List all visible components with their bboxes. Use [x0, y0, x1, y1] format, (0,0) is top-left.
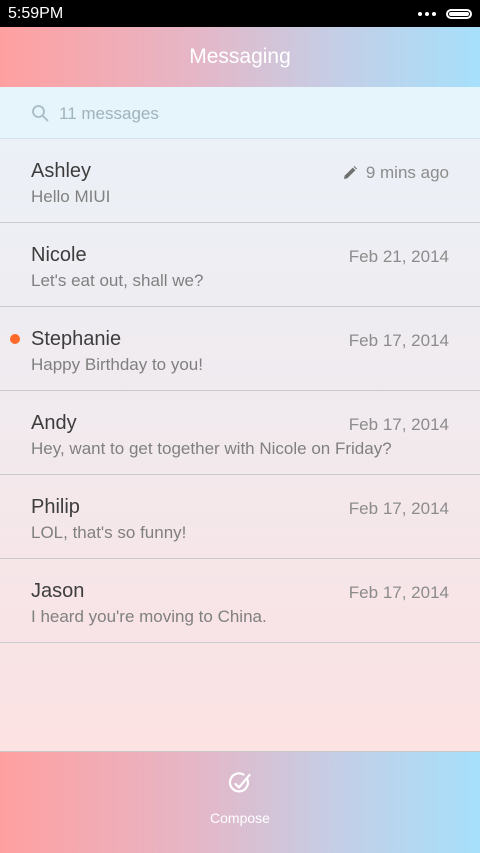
pencil-icon [343, 166, 357, 179]
page-title: Messaging [189, 45, 291, 68]
battery-icon [446, 8, 472, 19]
compose-button[interactable]: Compose [190, 770, 290, 834]
message-preview: Hello MIUI [31, 187, 111, 206]
search-bar[interactable]: 11 messages [0, 87, 480, 139]
message-preview: I heard you're moving to China. [31, 607, 267, 626]
compose-icon [228, 772, 251, 793]
status-time: 5:59PM [8, 4, 64, 22]
bottom-bar: Compose [0, 751, 480, 853]
message-date: Feb 17, 2014 [348, 331, 449, 350]
message-date: Feb 17, 2014 [348, 499, 449, 518]
search-placeholder: 11 messages [59, 104, 159, 123]
conversation-list: Ashley Hello MIUI 9 mins ago Nicole Let'… [0, 139, 480, 751]
conversation-row[interactable]: Philip LOL, that's so funny! Feb 17, 201… [0, 475, 480, 559]
message-preview: Happy Birthday to you! [31, 355, 203, 374]
contact-name: Nicole [31, 244, 87, 266]
conversation-row[interactable]: Stephanie Happy Birthday to you! Feb 17,… [0, 307, 480, 391]
notification-dots-icon [418, 11, 436, 16]
message-preview: Let's eat out, shall we? [31, 271, 204, 290]
conversation-row[interactable]: Ashley Hello MIUI 9 mins ago [0, 139, 480, 223]
contact-name: Ashley [31, 160, 92, 182]
message-preview: LOL, that's so funny! [31, 523, 187, 542]
contact-name: Stephanie [31, 328, 122, 350]
status-icons [418, 8, 472, 19]
conversation-row[interactable]: Nicole Let's eat out, shall we? Feb 21, … [0, 223, 480, 307]
conversation-row[interactable]: Andy Hey, want to get together with Nico… [0, 391, 480, 475]
compose-label: Compose [210, 810, 270, 826]
app-header: Messaging [0, 27, 480, 87]
message-date: 9 mins ago [342, 163, 449, 183]
message-date-text: 9 mins ago [365, 163, 449, 182]
status-bar: 5:59PM [0, 0, 480, 27]
conversation-row[interactable]: Jason I heard you're moving to China. Fe… [0, 559, 480, 643]
message-date: Feb 17, 2014 [348, 415, 449, 434]
contact-name: Jason [31, 580, 85, 602]
contact-name: Andy [31, 412, 77, 434]
message-date: Feb 21, 2014 [348, 247, 449, 266]
search-icon [32, 105, 49, 122]
message-preview: Hey, want to get together with Nicole on… [31, 439, 392, 458]
unread-dot-icon [10, 334, 20, 344]
contact-name: Philip [31, 496, 80, 518]
message-date: Feb 17, 2014 [348, 583, 449, 602]
